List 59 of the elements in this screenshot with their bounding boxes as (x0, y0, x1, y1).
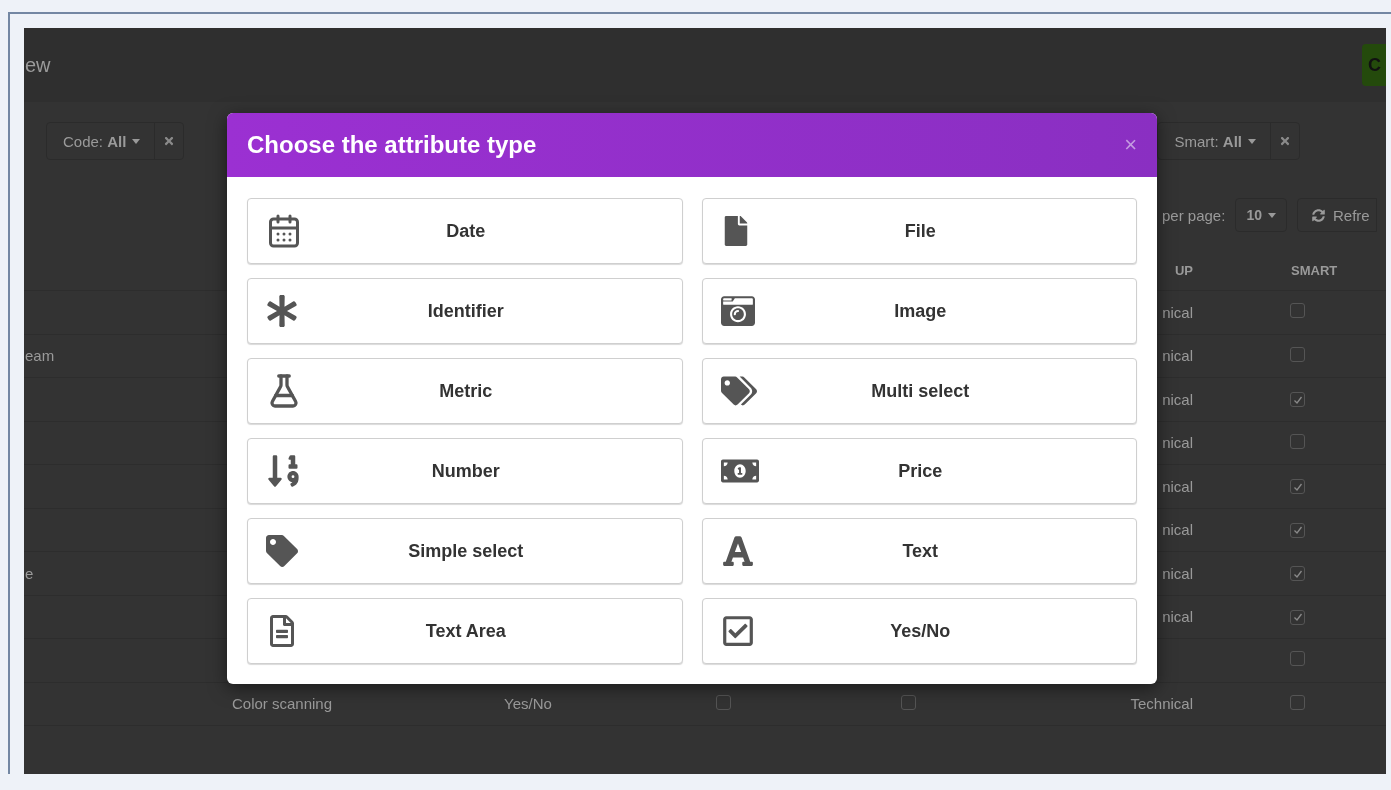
checkmark-icon (1292, 612, 1303, 623)
column-header: UP (1173, 262, 1194, 278)
attribute-type-button[interactable]: Image (701, 278, 1137, 344)
modal-title: Choose the attribute type (247, 131, 537, 159)
attribute-type-button[interactable]: Simple select (247, 518, 683, 584)
attribute-type-button[interactable]: Date (247, 198, 683, 264)
per-page-label: per page: (1162, 206, 1226, 224)
close-icon (163, 135, 176, 147)
table-cell: eam (24, 347, 55, 365)
attribute-type-button[interactable]: Number (247, 438, 683, 504)
filter-dropdown[interactable]: Code: All (47, 123, 156, 159)
checkbox[interactable] (716, 694, 731, 710)
attribute-type-button[interactable]: Identifier (247, 278, 683, 344)
checkbox[interactable] (1290, 694, 1305, 710)
table-cell: Color scanning (231, 695, 333, 713)
checkmark-icon (1292, 525, 1303, 536)
checkmark-icon (1292, 394, 1303, 405)
checkmark-icon (1292, 481, 1303, 492)
caret-icon (1248, 138, 1256, 144)
table-cell-text: nical (1161, 390, 1194, 408)
table-cell-text: nical (1161, 564, 1194, 582)
table-cell-text: nical (1161, 521, 1194, 539)
table-cell-text: nical (1161, 303, 1194, 321)
table-cell-text: nical (1161, 608, 1194, 626)
attribute-type-button[interactable]: Price (701, 438, 1137, 504)
checkbox[interactable] (1290, 651, 1305, 667)
filter-label: Code: All (63, 132, 127, 150)
attribute-type-button[interactable]: File (701, 198, 1137, 264)
checkbox[interactable] (1290, 303, 1305, 319)
checkbox[interactable] (1290, 392, 1305, 408)
checkbox[interactable] (1290, 522, 1305, 538)
column-header: SMART (1290, 262, 1338, 278)
table-cell-text: nical (1161, 477, 1194, 495)
table-cell: e (24, 564, 34, 582)
attribute-type-button[interactable]: Yes/No (701, 598, 1137, 664)
table-cell-text: nical (1161, 347, 1194, 365)
filter-label: Smart: All (1174, 132, 1242, 150)
checkbox[interactable] (1290, 609, 1305, 625)
close-icon (1279, 135, 1291, 147)
checkbox[interactable] (901, 694, 916, 710)
attribute-type-button[interactable]: Multi select (701, 358, 1137, 424)
table-cell-text: nical (1161, 434, 1194, 452)
filter-dropdown[interactable]: Smart: All (1158, 123, 1271, 159)
page-title: ew (25, 53, 51, 77)
attribute-type-button[interactable]: Text Area (247, 598, 683, 664)
refresh-icon (1311, 208, 1325, 222)
caret-icon (132, 138, 141, 144)
caret-icon (1267, 212, 1276, 218)
per-page-select[interactable]: 10 (1235, 198, 1287, 232)
attribute-type-button[interactable]: Metric (247, 358, 683, 424)
table-cell-text: Technical (1129, 695, 1194, 713)
checkbox[interactable] (1290, 346, 1305, 362)
table-cell: Yes/No (503, 695, 552, 713)
checkbox[interactable] (1290, 566, 1305, 582)
checkbox[interactable] (1290, 479, 1305, 495)
checkmark-icon (1292, 568, 1303, 579)
refresh-button[interactable]: Refre (1296, 198, 1377, 232)
checkbox[interactable] (1290, 433, 1305, 449)
attribute-type-button[interactable]: Text (701, 518, 1137, 584)
